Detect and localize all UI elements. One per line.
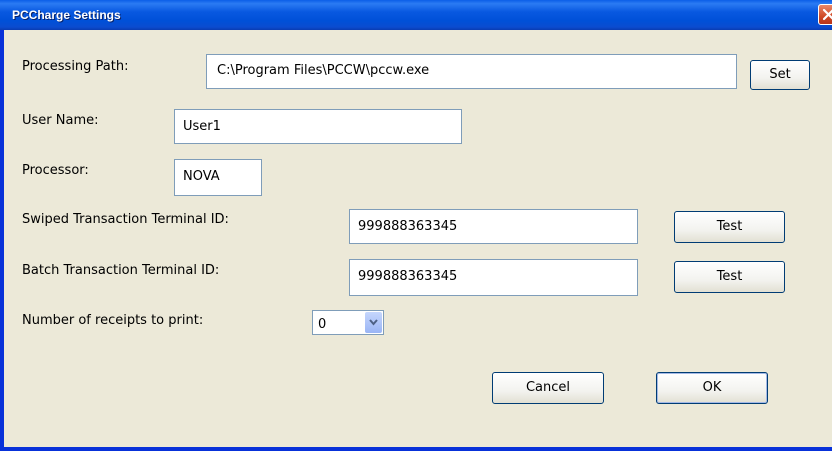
processing-path-label: Processing Path: [22,59,129,74]
processing-path-input[interactable]: C:\Program Files\PCCW\pccw.exe [206,54,737,89]
receipts-label: Number of receipts to print: [22,313,204,328]
receipts-select[interactable]: 0 [312,310,384,335]
set-path-button[interactable]: Set [750,60,810,90]
close-icon [822,8,832,21]
window-title: PCCharge Settings [12,8,121,22]
settings-dialog: PCCharge Settings Processing Path: C:\Pr… [0,0,832,451]
user-name-input[interactable]: User1 [174,109,462,144]
close-button[interactable] [818,4,832,25]
swiped-terminal-label: Swiped Transaction Terminal ID: [22,212,229,227]
batch-terminal-label: Batch Transaction Terminal ID: [22,263,220,278]
swiped-terminal-input[interactable]: 999888363345 [349,209,638,244]
receipts-select-value: 0 [318,317,327,332]
processor-label: Processor: [22,163,89,178]
ok-button[interactable]: OK [656,372,768,404]
swiped-test-button[interactable]: Test [674,211,785,243]
batch-test-button[interactable]: Test [674,261,785,293]
batch-terminal-input[interactable]: 999888363345 [349,259,638,296]
receipts-dropdown-button[interactable] [365,312,382,333]
user-name-label: User Name: [22,113,99,128]
processor-input[interactable]: NOVA [174,159,262,196]
chevron-down-icon [369,319,378,326]
title-bar[interactable]: PCCharge Settings [0,0,832,30]
cancel-button[interactable]: Cancel [492,372,604,404]
